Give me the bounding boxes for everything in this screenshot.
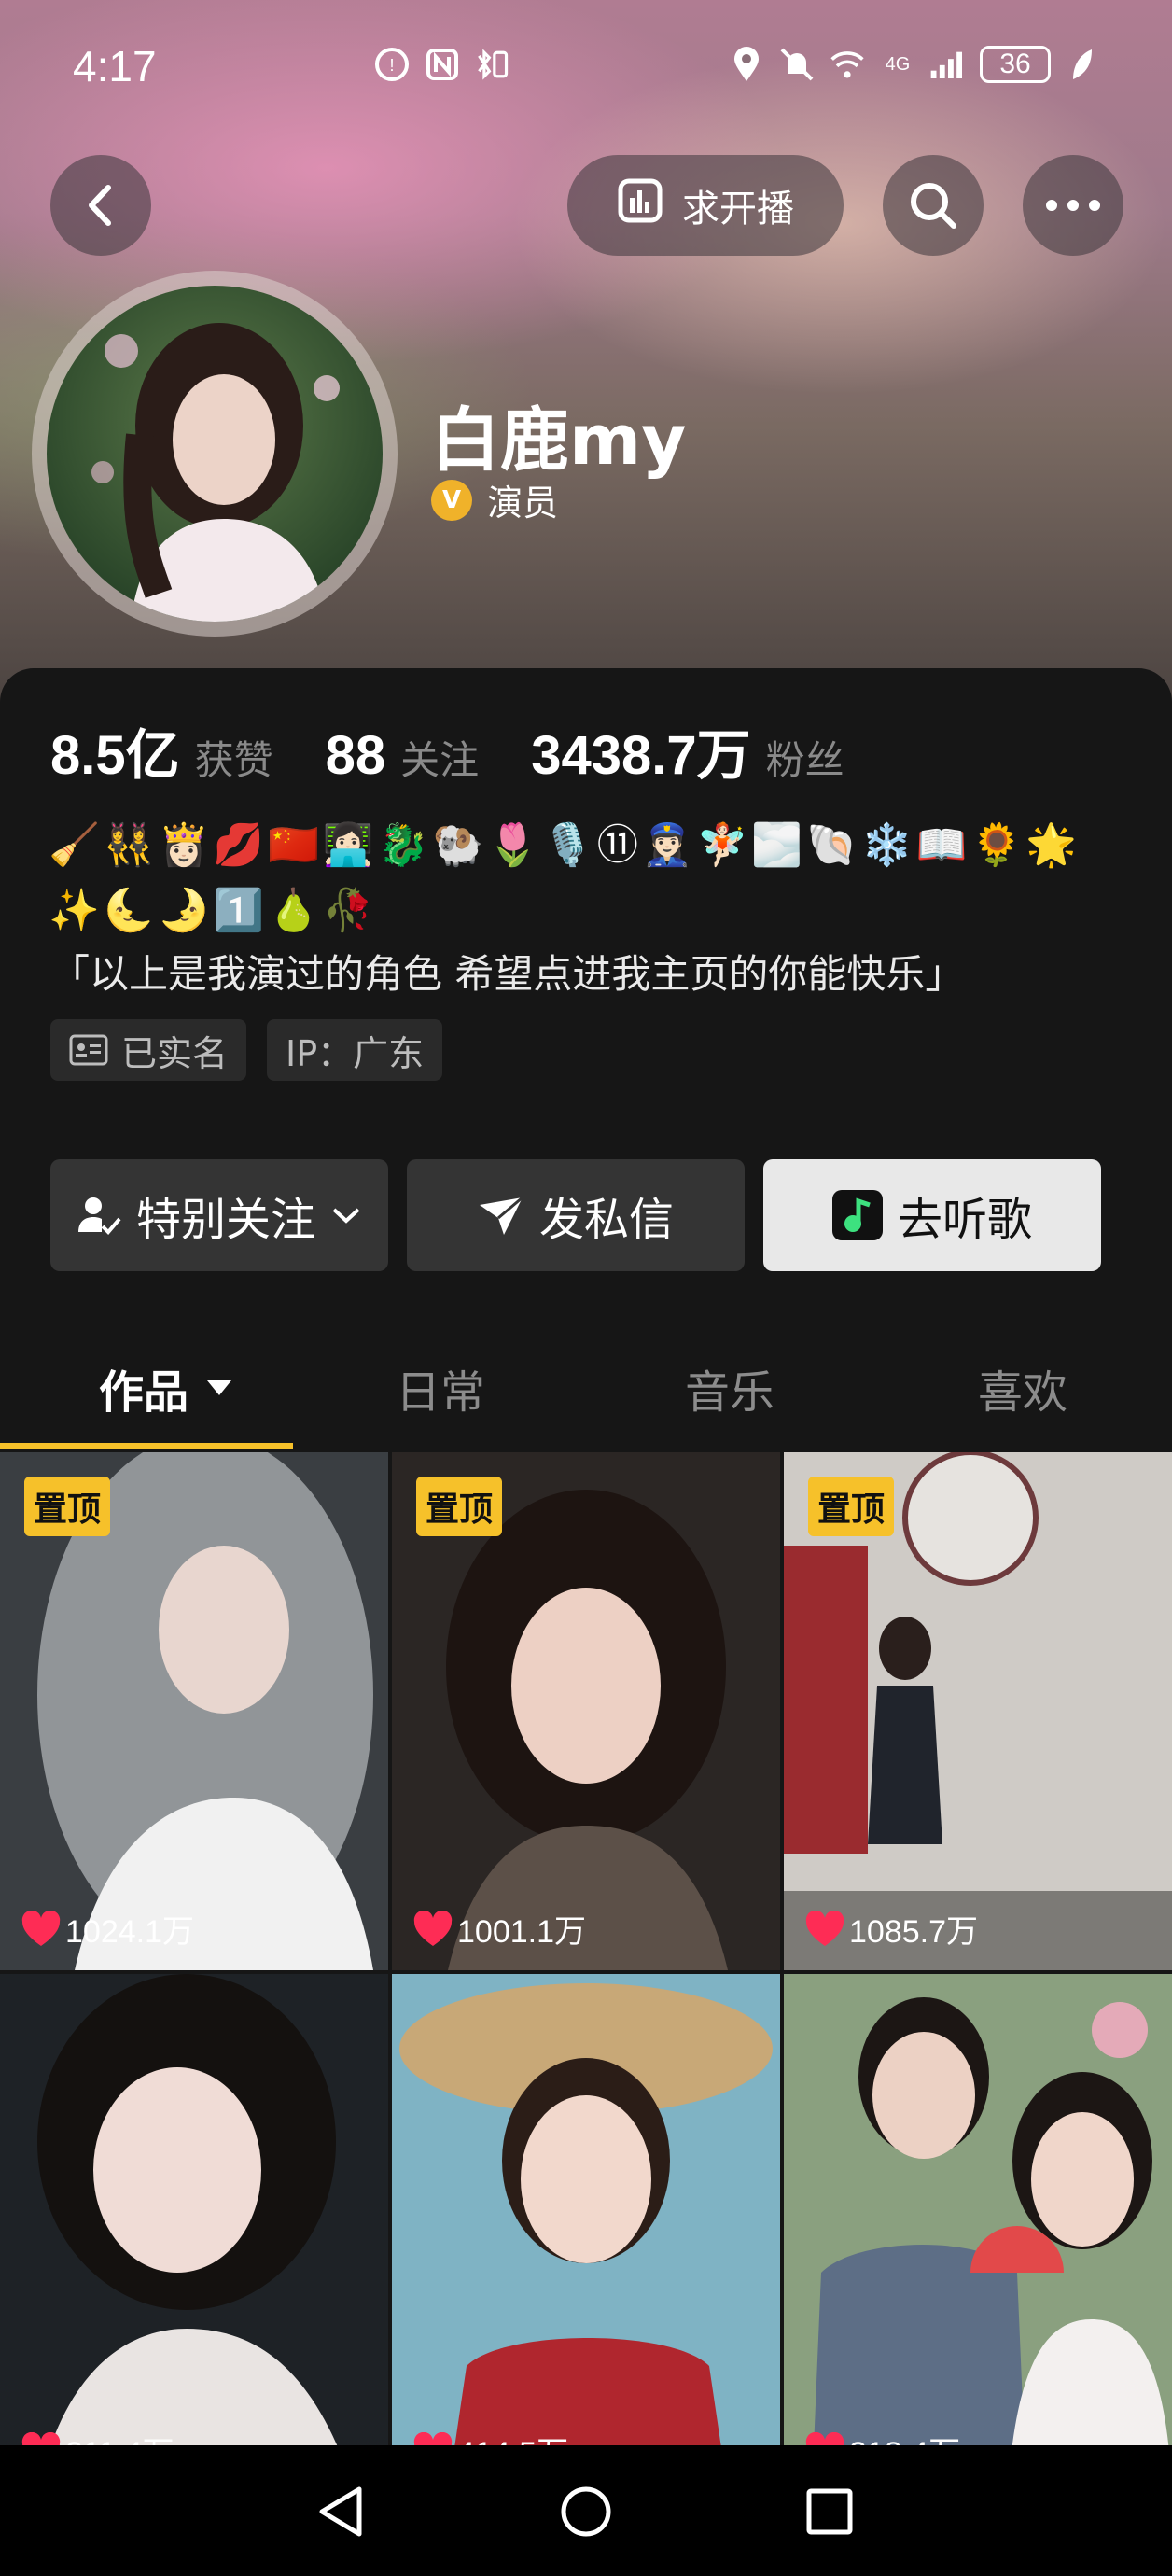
- video-thumbnail: [0, 1974, 388, 2492]
- nav-recents-button[interactable]: [797, 2479, 862, 2544]
- tab-music[interactable]: 音乐: [685, 1355, 774, 1421]
- status-bar: 4:17 ! 4G 36: [0, 37, 1172, 99]
- likes-label: 获赞: [194, 738, 273, 782]
- tab-likes[interactable]: 喜欢: [978, 1355, 1067, 1421]
- bio-emoji-line-1: 🧹👯‍♀️👸🏻💋🇨🇳👩🏻‍💻🐉🐏🌷🎙️⑪👮🏻‍♀️🧚🏻🌫️🐚❄️📖🌻🌟: [49, 821, 1081, 869]
- real-name-chip: 已实名: [50, 1019, 247, 1081]
- ip-location-label: IP：广东: [286, 1032, 425, 1074]
- likes-count: 1085.7万: [849, 1914, 978, 1950]
- verified-badge-icon: V: [431, 479, 472, 521]
- heart-icon: [21, 1910, 61, 1946]
- send-message-label: 发私信: [538, 1194, 674, 1246]
- nav-home-button[interactable]: [553, 2479, 619, 2544]
- special-follow-label: 特别关注: [135, 1194, 315, 1246]
- tab-works[interactable]: 作品: [99, 1355, 233, 1421]
- chevron-left-icon: [89, 185, 111, 226]
- more-options-button[interactable]: [1023, 155, 1123, 256]
- following-count[interactable]: 88: [326, 724, 386, 787]
- nav-back-button[interactable]: [308, 2479, 373, 2544]
- video-tile[interactable]: 置顶 1085.7万: [784, 1452, 1172, 1970]
- back-button[interactable]: [50, 155, 151, 256]
- send-icon: [479, 1196, 523, 1235]
- bluetooth-battery-icon: [474, 45, 511, 84]
- nfc-icon: [424, 45, 461, 84]
- video-thumbnail: [392, 1974, 780, 2492]
- video-tile[interactable]: 211.4万: [0, 1974, 388, 2492]
- avatar: [47, 286, 383, 622]
- likes-count: 1024.1万: [65, 1914, 194, 1950]
- followers-label[interactable]: 粉丝: [766, 729, 844, 786]
- music-app-icon: [831, 1190, 883, 1240]
- likes-count: 8.5亿: [50, 725, 180, 786]
- id-card-icon: [69, 1034, 108, 1066]
- pinned-badge: 置顶: [24, 1477, 111, 1536]
- location-icon: [728, 45, 765, 84]
- tab-indicator: [0, 1443, 293, 1449]
- chart-icon: [617, 177, 663, 233]
- heart-icon: [413, 1910, 453, 1946]
- video-likes: 1085.7万: [804, 1906, 978, 1952]
- system-navigation-bar: [0, 2445, 1172, 2576]
- svg-text:!: !: [389, 56, 394, 75]
- circle-home-icon: [561, 2486, 611, 2537]
- real-name-label: 已实名: [121, 1032, 229, 1074]
- caret-down-icon: [207, 1380, 232, 1395]
- followers-count[interactable]: 3438.7万: [531, 711, 750, 790]
- ip-location-chip: IP：广东: [267, 1019, 443, 1081]
- leaf-icon: [1064, 45, 1101, 84]
- role-label: 演员: [487, 483, 559, 524]
- battery-indicator: 36: [980, 46, 1051, 83]
- pinned-badge: 置顶: [416, 1477, 503, 1536]
- more-dots-icon: [1046, 200, 1100, 211]
- video-tile[interactable]: 414.5万: [392, 1974, 780, 2492]
- user-check-icon: [77, 1197, 121, 1235]
- square-recents-icon: [806, 2488, 853, 2535]
- profile-chips: 已实名 IP：广东: [50, 1019, 443, 1081]
- verified-role: V 演员: [431, 474, 558, 525]
- mute-bell-icon: [778, 45, 816, 84]
- bio-emoji-line-2: ✨🌜🌛1️⃣🍐🥀: [49, 887, 378, 934]
- send-message-button[interactable]: 发私信: [407, 1159, 745, 1271]
- chevron-down-icon: [332, 1208, 360, 1224]
- profile-actions: 特别关注 发私信 去听歌: [50, 1159, 1101, 1271]
- video-tile[interactable]: 218.4万: [784, 1974, 1172, 2492]
- bio-text: 「以上是我演过的角色 希望点进我主页的你能快乐」: [50, 951, 965, 997]
- search-button[interactable]: [883, 155, 984, 256]
- tab-works-label: 作品: [99, 1366, 189, 1419]
- content-tabs: 作品 日常 音乐 喜欢: [0, 1318, 1172, 1449]
- wifi-icon: [829, 45, 866, 84]
- request-live-label: 求开播: [682, 188, 794, 231]
- likes-count: 1001.1万: [457, 1914, 586, 1950]
- profile-stats: 8.5亿 获赞 88 关注 3438.7万 粉丝: [50, 711, 897, 790]
- tab-daily[interactable]: 日常: [396, 1355, 485, 1421]
- video-tile[interactable]: 置顶 1024.1万: [0, 1452, 388, 1970]
- network-type-icon: 4G: [885, 53, 911, 75]
- video-likes: 1024.1万: [21, 1906, 194, 1952]
- triangle-back-icon: [319, 2486, 362, 2537]
- data-saver-icon: !: [373, 45, 411, 84]
- video-thumbnail: [784, 1974, 1172, 2492]
- video-likes: 1001.1万: [412, 1906, 586, 1952]
- video-tile[interactable]: 置顶 1001.1万: [392, 1452, 780, 1970]
- pinned-badge: 置顶: [808, 1477, 895, 1536]
- heart-icon: [805, 1910, 844, 1946]
- status-time: 4:17: [73, 42, 157, 91]
- avatar-ring[interactable]: [32, 271, 398, 637]
- listen-music-button[interactable]: 去听歌: [763, 1159, 1101, 1271]
- profile-name: 白鹿my: [431, 400, 687, 481]
- special-follow-button[interactable]: 特别关注: [50, 1159, 388, 1271]
- request-live-button[interactable]: 求开播: [567, 155, 844, 256]
- listen-music-label: 去听歌: [897, 1194, 1032, 1246]
- following-label[interactable]: 关注: [400, 729, 479, 786]
- search-icon: [911, 183, 956, 229]
- signal-icon: [929, 45, 967, 84]
